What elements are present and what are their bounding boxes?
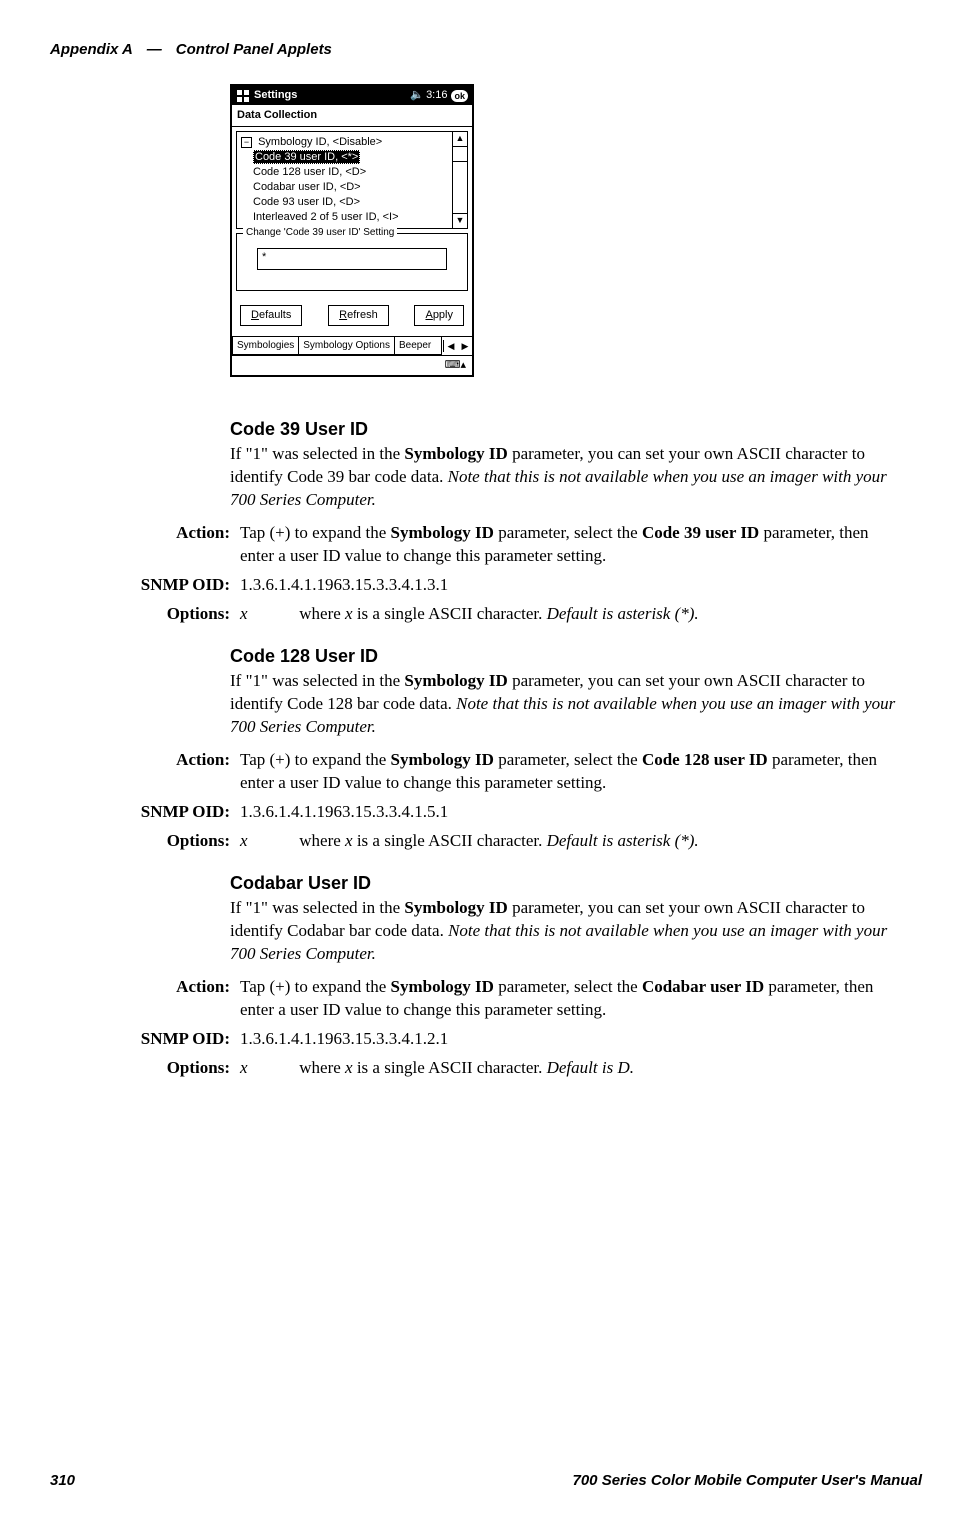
change-setting-group: Change 'Code 39 user ID' Setting * xyxy=(236,233,468,291)
tree-item-label: Codabar user ID, <D> xyxy=(253,181,361,193)
tree-view[interactable]: − Symbology ID, <Disable> Code 39 user I… xyxy=(236,131,468,229)
options-row: Options: x where x is a single ASCII cha… xyxy=(230,603,902,626)
tree-item[interactable]: Code 128 user ID, <D> xyxy=(241,165,465,180)
tree-root-label: Symbology ID, <Disable> xyxy=(258,136,382,148)
tab-symbologies[interactable]: Symbologies xyxy=(232,337,299,356)
options-value: x where x is a single ASCII character. D… xyxy=(240,1057,902,1080)
section-intro: If "1" was selected in the Symbology ID … xyxy=(230,897,902,966)
scroll-up-icon[interactable]: ▲ xyxy=(453,132,467,147)
speaker-icon: 🔈 xyxy=(410,88,424,103)
tree-item[interactable]: Code 93 user ID, <D> xyxy=(241,195,465,210)
page-footer: 310 700 Series Color Mobile Computer Use… xyxy=(50,1471,922,1491)
tab-symbology-options[interactable]: Symbology Options xyxy=(298,337,395,356)
tree-item-label: Interleaved 2 of 5 user ID, <I> xyxy=(253,211,399,223)
header-appendix: Appendix A xyxy=(50,40,133,60)
tab-nav: ◀ ▶ xyxy=(443,340,472,352)
tab-strip: Symbologies Symbology Options Beeper ◀ ▶ xyxy=(232,336,472,356)
snmp-value: 1.3.6.1.4.1.1963.15.3.3.4.1.2.1 xyxy=(240,1028,902,1051)
snmp-label: SNMP OID: xyxy=(50,574,240,597)
options-value: x where x is a single ASCII character. D… xyxy=(240,830,902,853)
snmp-row: SNMP OID: 1.3.6.1.4.1.1963.15.3.3.4.1.2.… xyxy=(230,1028,902,1051)
page-number: 310 xyxy=(50,1471,75,1491)
action-value: Tap (+) to expand the Symbology ID param… xyxy=(240,976,902,1022)
snmp-label: SNMP OID: xyxy=(50,801,240,824)
user-id-input[interactable]: * xyxy=(257,248,447,270)
options-label: Options: xyxy=(50,1057,240,1080)
tree-item[interactable]: Code 39 user ID, <*> xyxy=(241,150,465,165)
options-row: Options: x where x is a single ASCII cha… xyxy=(230,830,902,853)
tab-nav-right-icon[interactable]: ▶ xyxy=(458,340,472,352)
keyboard-icon[interactable]: ⌨▴ xyxy=(445,359,466,371)
action-row: Action: Tap (+) to expand the Symbology … xyxy=(230,522,902,568)
tree-item-label: Code 39 user ID, <*> xyxy=(253,150,360,164)
collapse-icon[interactable]: − xyxy=(241,137,252,148)
tree-item-label: Code 93 user ID, <D> xyxy=(253,196,360,208)
header-title: Control Panel Applets xyxy=(176,40,332,60)
options-value: x where x is a single ASCII character. D… xyxy=(240,603,902,626)
action-value: Tap (+) to expand the Symbology ID param… xyxy=(240,749,902,795)
action-label: Action: xyxy=(50,522,240,568)
tab-beeper[interactable]: Beeper xyxy=(394,337,442,356)
applet-title: Data Collection xyxy=(232,105,472,127)
snmp-row: SNMP OID: 1.3.6.1.4.1.1963.15.3.3.4.1.3.… xyxy=(230,574,902,597)
section-intro: If "1" was selected in the Symbology ID … xyxy=(230,670,902,739)
header-dash: — xyxy=(147,40,162,60)
group-legend: Change 'Code 39 user ID' Setting xyxy=(243,226,397,240)
sip-bar: ⌨▴ xyxy=(232,355,472,375)
action-row: Action: Tap (+) to expand the Symbology … xyxy=(230,976,902,1022)
tab-nav-left-icon[interactable]: ◀ xyxy=(444,340,458,352)
action-row: Action: Tap (+) to expand the Symbology … xyxy=(230,749,902,795)
tree-item-label: Code 128 user ID, <D> xyxy=(253,166,366,178)
tree-item[interactable]: Codabar user ID, <D> xyxy=(241,180,465,195)
apply-button[interactable]: Apply xyxy=(414,305,464,326)
running-header: Appendix A — Control Panel Applets xyxy=(50,40,922,60)
section-title: Code 39 User ID xyxy=(230,417,902,441)
options-label: Options: xyxy=(50,830,240,853)
section-title: Code 128 User ID xyxy=(230,644,902,668)
snmp-value: 1.3.6.1.4.1.1963.15.3.3.4.1.5.1 xyxy=(240,801,902,824)
windows-icon xyxy=(236,89,250,103)
refresh-button[interactable]: Refresh xyxy=(328,305,389,326)
device-screenshot: Settings 🔈 3:16 ok Data Collection − Sym… xyxy=(230,84,922,377)
action-label: Action: xyxy=(50,976,240,1022)
snmp-label: SNMP OID: xyxy=(50,1028,240,1051)
snmp-row: SNMP OID: 1.3.6.1.4.1.1963.15.3.3.4.1.5.… xyxy=(230,801,902,824)
options-row: Options: x where x is a single ASCII cha… xyxy=(230,1057,902,1080)
ok-button[interactable]: ok xyxy=(451,90,468,102)
action-label: Action: xyxy=(50,749,240,795)
defaults-button[interactable]: Defaults xyxy=(240,305,302,326)
clock-time: 3:16 xyxy=(426,88,447,103)
scroll-down-icon[interactable]: ▼ xyxy=(453,213,467,228)
section-title: Codabar User ID xyxy=(230,871,902,895)
scroll-thumb[interactable] xyxy=(453,147,467,162)
section-intro: If "1" was selected in the Symbology ID … xyxy=(230,443,902,512)
book-title: 700 Series Color Mobile Computer User's … xyxy=(573,1471,923,1491)
action-value: Tap (+) to expand the Symbology ID param… xyxy=(240,522,902,568)
snmp-value: 1.3.6.1.4.1.1963.15.3.3.4.1.3.1 xyxy=(240,574,902,597)
tree-scrollbar[interactable]: ▲ ▼ xyxy=(452,132,467,228)
window-title: Settings xyxy=(254,88,408,103)
window-titlebar: Settings 🔈 3:16 ok xyxy=(232,86,472,105)
tree-item[interactable]: Interleaved 2 of 5 user ID, <I> xyxy=(241,210,465,225)
options-label: Options: xyxy=(50,603,240,626)
tree-root[interactable]: − Symbology ID, <Disable> xyxy=(241,135,465,150)
